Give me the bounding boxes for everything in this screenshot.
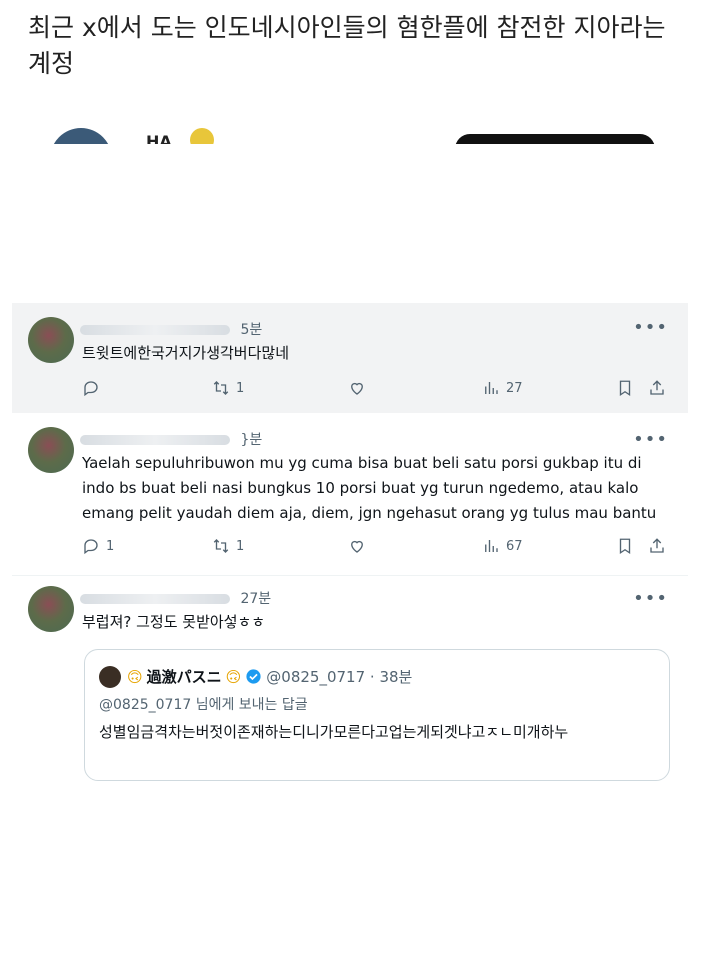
tweet-time: }분 [240, 432, 263, 448]
tweet-time: 5분 [240, 322, 263, 338]
bookmark-button[interactable] [616, 537, 634, 555]
quoted-tweet-text: 성별임금격차는버젓이존재하는디니가모른다고업는게되겟냐고ㅈㄴ미개하누 [99, 723, 569, 741]
cropped-profile-strip: HA [0, 122, 714, 144]
reply-context: @0825_0717 님에게 보내는 답글 [99, 697, 308, 713]
views-icon [485, 382, 498, 394]
blurred-name [80, 594, 230, 604]
retweet-icon [213, 539, 229, 553]
share-icon [650, 538, 664, 553]
views-icon [485, 540, 498, 552]
retweet-button[interactable]: 1 [212, 537, 244, 555]
retweet-button[interactable]: 1 [212, 379, 244, 397]
bookmark-icon [619, 380, 631, 397]
like-icon [351, 382, 363, 395]
headline: 최근 x에서 도는 인도네시아인들의 혐한플에 참전한 지아라는 계정 [28, 13, 666, 78]
avatar [50, 128, 112, 144]
like-button[interactable] [348, 379, 372, 397]
more-icon[interactable]: ••• [633, 588, 668, 609]
bookmark-button[interactable] [616, 379, 634, 397]
quoted-author-name[interactable]: 過激パスニ [147, 666, 222, 687]
emoji-icon: 🙃 [225, 667, 242, 686]
badge-icon [190, 128, 214, 144]
tweet-meta: }분 [80, 429, 262, 449]
reply-icon [84, 539, 98, 555]
quoted-tweet-header: 🙃 過激パスニ 🙃 @0825_0717 · 38분 [127, 666, 412, 687]
tweet-text: 트윗트에한국거지가생각버다많네 [82, 344, 290, 362]
tweet-actions: 1 1 67 [82, 537, 672, 559]
tweet[interactable]: 5분 ••• 트윗트에한국거지가생각버다많네 1 27 [12, 303, 688, 413]
tweet-actions: 1 27 [82, 379, 672, 401]
profile-name-fragment: HA [146, 132, 172, 144]
avatar[interactable] [28, 317, 74, 363]
like-button[interactable] [348, 537, 372, 555]
emoji-icon: 🙃 [127, 667, 143, 686]
tweet-meta: 5분 [80, 319, 262, 339]
tweet-time: 27분 [240, 591, 272, 607]
reply-button[interactable] [82, 379, 106, 397]
more-icon[interactable]: ••• [633, 429, 668, 450]
tweet-text: Yaelah sepuluhribuwon mu yg cuma bisa bu… [82, 454, 657, 522]
blurred-name [80, 325, 230, 335]
share-icon [650, 380, 664, 395]
blurred-name [80, 435, 230, 445]
retweet-icon [213, 381, 229, 395]
tweet-meta: 27분 [80, 588, 271, 608]
reply-button[interactable]: 1 [82, 537, 114, 555]
avatar[interactable] [99, 666, 121, 688]
views-button[interactable]: 27 [482, 379, 523, 397]
follow-button[interactable] [455, 134, 655, 144]
quoted-author-handle: @0825_0717 · 38분 [266, 668, 413, 686]
verified-icon [246, 669, 261, 684]
avatar[interactable] [28, 427, 74, 473]
views-button[interactable]: 67 [482, 537, 523, 555]
avatar[interactable] [28, 586, 74, 632]
quoted-tweet-card[interactable]: 🙃 過激パスニ 🙃 @0825_0717 · 38분 @0825_0717 님에… [84, 649, 670, 781]
more-icon[interactable]: ••• [633, 317, 668, 338]
reply-icon [84, 381, 98, 397]
like-icon [351, 540, 363, 553]
tweet[interactable]: }분 ••• Yaelah sepuluhribuwon mu yg cuma … [12, 417, 688, 567]
share-button[interactable] [648, 379, 666, 397]
tweet-text: 부럽져? 그정도 못받아섷ㅎㅎ [82, 613, 266, 631]
share-button[interactable] [648, 537, 666, 555]
bookmark-icon [619, 538, 631, 555]
